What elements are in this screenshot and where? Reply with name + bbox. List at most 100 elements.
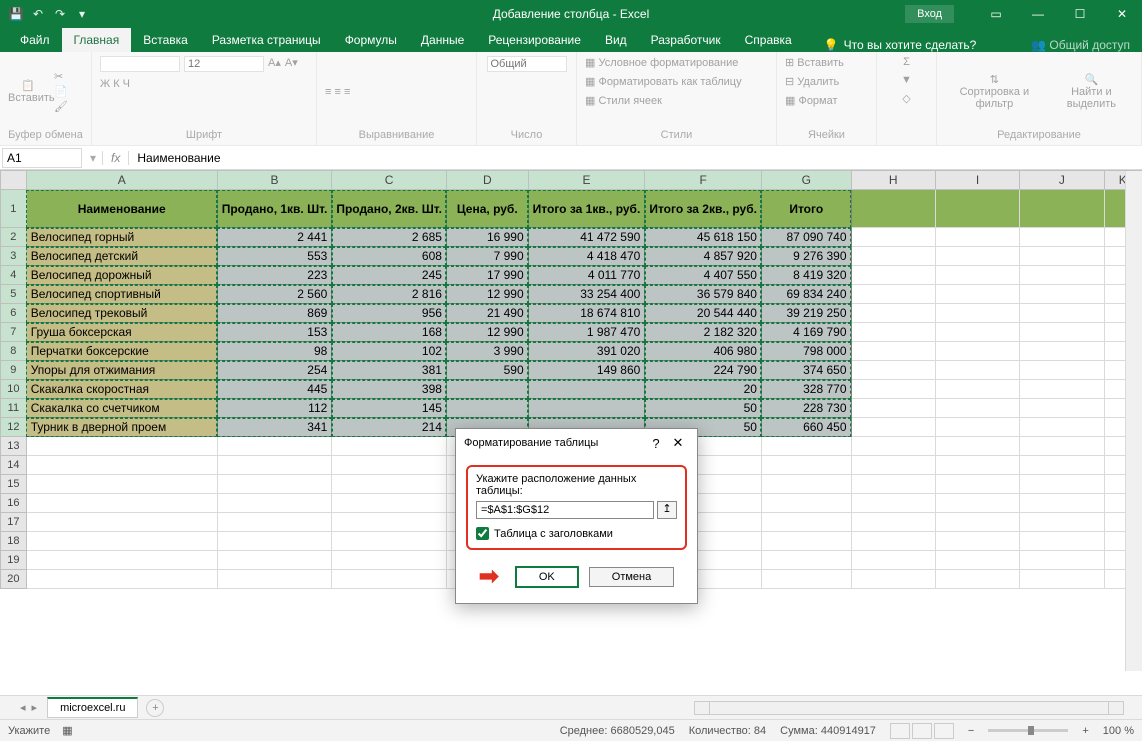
row-header[interactable]: 18	[1, 532, 27, 551]
cell[interactable]	[761, 437, 851, 456]
data-cell[interactable]: Упоры для отжимания	[26, 361, 217, 380]
data-cell[interactable]: 245	[332, 266, 447, 285]
headers-checkbox-row[interactable]: Таблица с заголовками	[476, 527, 677, 540]
cell[interactable]	[761, 532, 851, 551]
cell[interactable]	[935, 494, 1019, 513]
data-cell[interactable]: 145	[332, 399, 447, 418]
cut-icon[interactable]: ✂	[54, 70, 68, 83]
column-header[interactable]: E	[528, 171, 645, 190]
delete-cells-button[interactable]: ⊟ Удалить	[785, 75, 839, 88]
data-cell[interactable]: 36 579 840	[645, 285, 762, 304]
cell[interactable]	[851, 304, 935, 323]
row-header[interactable]: 8	[1, 342, 27, 361]
row-header[interactable]: 13	[1, 437, 27, 456]
data-cell[interactable]: 590	[446, 361, 528, 380]
cell[interactable]	[935, 475, 1019, 494]
data-cell[interactable]: 17 990	[446, 266, 528, 285]
data-cell[interactable]: 4 857 920	[645, 247, 762, 266]
cell[interactable]	[761, 551, 851, 570]
table-header-cell[interactable]: Цена, руб.	[446, 190, 528, 228]
row-header[interactable]: 5	[1, 285, 27, 304]
cell[interactable]	[1020, 304, 1104, 323]
data-cell[interactable]: 869	[217, 304, 332, 323]
cell[interactable]	[935, 342, 1019, 361]
row-header[interactable]: 12	[1, 418, 27, 437]
data-cell[interactable]: 2 685	[332, 228, 447, 247]
data-cell[interactable]: 20 544 440	[645, 304, 762, 323]
data-cell[interactable]: 2 560	[217, 285, 332, 304]
row-header[interactable]: 1	[1, 190, 27, 228]
cell[interactable]	[1020, 190, 1104, 228]
name-box[interactable]: A1	[2, 148, 82, 168]
cell[interactable]	[1020, 285, 1104, 304]
data-cell[interactable]: Груша боксерская	[26, 323, 217, 342]
data-cell[interactable]: 168	[332, 323, 447, 342]
horizontal-scrollbar[interactable]	[694, 701, 1124, 715]
cell[interactable]	[935, 418, 1019, 437]
tab-insert[interactable]: Вставка	[131, 28, 200, 52]
zoom-level[interactable]: 100 %	[1103, 725, 1134, 737]
cell[interactable]	[1020, 247, 1104, 266]
cell[interactable]	[1020, 532, 1104, 551]
cell[interactable]	[935, 361, 1019, 380]
cell[interactable]	[935, 304, 1019, 323]
tab-developer[interactable]: Разработчик	[639, 28, 733, 52]
macro-recorder-icon[interactable]: ▦	[62, 724, 72, 737]
row-header[interactable]: 10	[1, 380, 27, 399]
table-header-cell[interactable]: Итого	[761, 190, 851, 228]
data-cell[interactable]: 2 441	[217, 228, 332, 247]
cell[interactable]	[935, 228, 1019, 247]
format-painter-icon[interactable]: 🖌	[54, 100, 68, 113]
data-cell[interactable]: 2 182 320	[645, 323, 762, 342]
font-name-input[interactable]	[100, 56, 180, 72]
data-cell[interactable]: 50	[645, 399, 762, 418]
data-cell[interactable]: 98	[217, 342, 332, 361]
data-cell[interactable]	[528, 380, 645, 399]
data-cell[interactable]: Турник в дверной проем	[26, 418, 217, 437]
data-cell[interactable]: Велосипед дорожный	[26, 266, 217, 285]
cell[interactable]	[851, 361, 935, 380]
column-header[interactable]: G	[761, 171, 851, 190]
data-cell[interactable]: 956	[332, 304, 447, 323]
conditional-fmt-button[interactable]: ▦ Условное форматирование	[585, 56, 738, 69]
row-header[interactable]: 17	[1, 513, 27, 532]
cell[interactable]	[1020, 266, 1104, 285]
cell[interactable]	[935, 513, 1019, 532]
cell[interactable]	[851, 228, 935, 247]
data-cell[interactable]: 33 254 400	[528, 285, 645, 304]
cell[interactable]	[761, 494, 851, 513]
cell[interactable]	[761, 456, 851, 475]
table-header-cell[interactable]: Продано, 2кв. Шт.	[332, 190, 447, 228]
cell[interactable]	[851, 475, 935, 494]
cell[interactable]	[851, 266, 935, 285]
zoom-in-icon[interactable]: +	[1082, 725, 1088, 737]
data-cell[interactable]: 2 816	[332, 285, 447, 304]
column-header[interactable]: D	[446, 171, 528, 190]
table-header-cell[interactable]: Наименование	[26, 190, 217, 228]
row-header[interactable]: 19	[1, 551, 27, 570]
number-format-select[interactable]	[487, 56, 567, 72]
data-cell[interactable]: 406 980	[645, 342, 762, 361]
tab-home[interactable]: Главная	[62, 28, 132, 52]
data-cell[interactable]: 608	[332, 247, 447, 266]
row-header[interactable]: 16	[1, 494, 27, 513]
row-header[interactable]: 7	[1, 323, 27, 342]
redo-icon[interactable]: ↷	[52, 6, 68, 22]
range-picker-icon[interactable]: ↥	[657, 501, 677, 519]
cell[interactable]	[851, 323, 935, 342]
cell[interactable]	[332, 475, 447, 494]
data-cell[interactable]: 1 987 470	[528, 323, 645, 342]
column-header[interactable]: A	[26, 171, 217, 190]
data-cell[interactable]: 341	[217, 418, 332, 437]
cell[interactable]	[1020, 551, 1104, 570]
cell[interactable]	[332, 570, 447, 589]
fill-icon[interactable]: ▼	[901, 74, 912, 86]
data-cell[interactable]: 214	[332, 418, 447, 437]
data-cell[interactable]: 149 860	[528, 361, 645, 380]
table-header-cell[interactable]: Итого за 1кв., руб.	[528, 190, 645, 228]
cell[interactable]	[761, 475, 851, 494]
cell[interactable]	[26, 551, 217, 570]
cell[interactable]	[935, 266, 1019, 285]
data-cell[interactable]: 381	[332, 361, 447, 380]
data-cell[interactable]: 20	[645, 380, 762, 399]
